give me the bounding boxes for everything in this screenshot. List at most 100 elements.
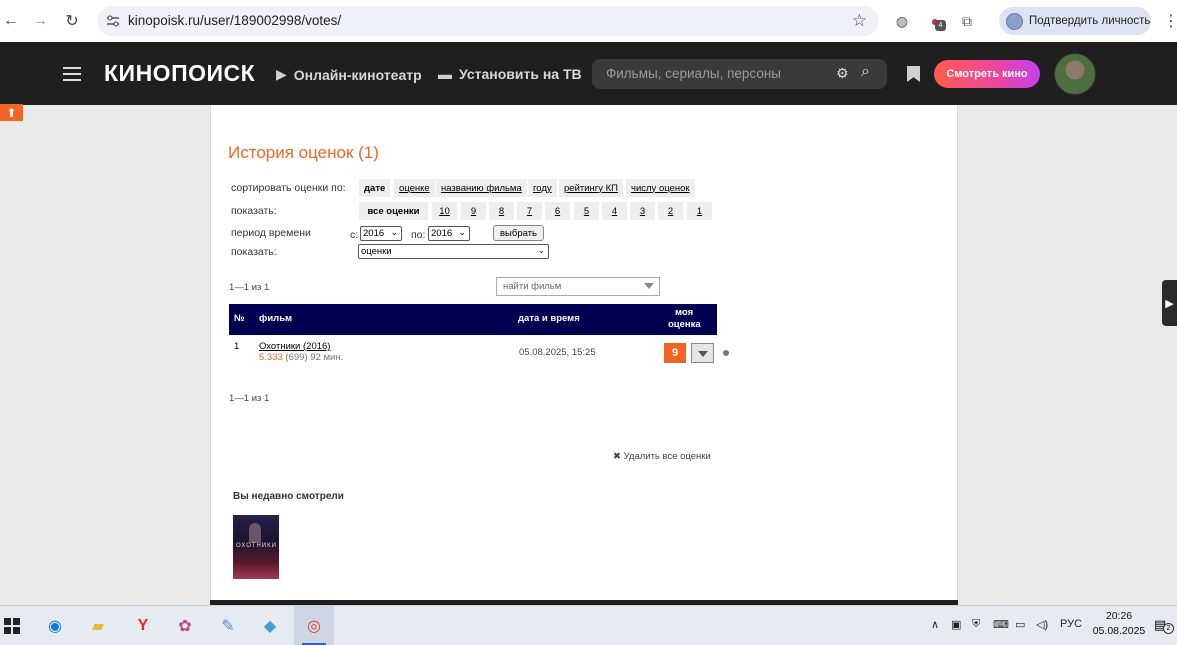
poster-figure xyxy=(249,523,261,543)
sort-by-date[interactable]: дате xyxy=(359,179,391,197)
to-label: по: xyxy=(411,229,426,241)
show-vote-6[interactable]: 6 xyxy=(545,202,570,220)
chevron-down-icon: ⌄ xyxy=(537,245,545,255)
apply-period-button[interactable]: выбрать xyxy=(493,225,544,241)
vote-8-link[interactable]: 8 xyxy=(499,206,504,217)
scroll-up-icon[interactable]: ⬆ xyxy=(0,104,23,121)
show-vote-3[interactable]: 3 xyxy=(630,202,655,220)
bookmark-icon[interactable] xyxy=(907,66,920,82)
show-vote-9[interactable]: 9 xyxy=(461,202,486,220)
site-search-input[interactable]: Фильмы, сериалы, персоны ⚙ ⌕ xyxy=(592,59,887,89)
vote-5-link[interactable]: 5 xyxy=(584,206,589,217)
windows-start-icon[interactable] xyxy=(4,618,20,634)
notifications-icon[interactable]: ▤ 2 xyxy=(1154,617,1174,634)
vote-4-link[interactable]: 4 xyxy=(612,206,617,217)
tray-language[interactable]: РУС xyxy=(1060,618,1082,630)
show-vote-5[interactable]: 5 xyxy=(574,202,599,220)
vote-9-link[interactable]: 9 xyxy=(471,206,476,217)
film-link[interactable]: Охотники (2016) xyxy=(259,341,330,352)
vote-3-link[interactable]: 3 xyxy=(640,206,645,217)
yandex-browser-icon[interactable]: Y xyxy=(131,614,155,638)
site-settings-icon[interactable] xyxy=(106,14,120,28)
sort-vote-link[interactable]: оценке xyxy=(399,183,430,194)
to-year-select[interactable]: 2016 ⌄ xyxy=(428,226,470,241)
taskbar-clock[interactable]: 20:26 05.08.2025 xyxy=(1087,609,1151,639)
file-explorer-icon[interactable]: ▰ xyxy=(86,614,110,638)
extension-badge: 4 xyxy=(935,20,946,31)
sort-by-vote[interactable]: оценке xyxy=(394,179,435,197)
page-title: История оценок (1) xyxy=(228,143,379,162)
col-film: фильм xyxy=(259,313,293,324)
show-vote-4[interactable]: 4 xyxy=(602,202,627,220)
vote-6-link[interactable]: 6 xyxy=(555,206,560,217)
hamburger-menu-icon[interactable] xyxy=(63,67,81,81)
address-bar[interactable]: kinopoisk.ru/user/189002998/votes/ ☆ xyxy=(97,6,879,36)
recent-film-poster[interactable]: ОХОТНИКИ xyxy=(233,515,279,579)
browser-menu-icon[interactable]: ⋮ xyxy=(1163,11,1177,31)
tray-chevron-up-icon[interactable]: ∧ xyxy=(931,618,939,631)
reload-icon[interactable]: ↻ xyxy=(61,10,83,32)
play-icon: ▶ xyxy=(276,66,287,82)
user-avatar[interactable] xyxy=(1054,53,1096,95)
show-vote-1[interactable]: 1 xyxy=(687,202,712,220)
app-icon-6[interactable]: ◆ xyxy=(258,614,282,638)
to-year-value: 2016 xyxy=(431,228,453,239)
tray-shield-icon[interactable]: ⛨ xyxy=(972,618,980,631)
bookmark-star-icon[interactable]: ☆ xyxy=(852,11,867,31)
from-year-select[interactable]: 2016 ⌄ xyxy=(360,226,402,241)
extensions-puzzle-icon[interactable]: ⧉ xyxy=(957,11,977,31)
filter-icon[interactable]: ⚙ xyxy=(836,65,849,82)
sort-by-title[interactable]: названию фильма xyxy=(436,179,527,197)
film-rating: 5.333 xyxy=(259,352,283,363)
sort-kp-link[interactable]: рейтингу КП xyxy=(564,183,618,194)
show-type-select[interactable]: оценки ⌄ xyxy=(358,244,549,259)
sort-title-link[interactable]: названию фильма xyxy=(441,183,522,194)
url-text[interactable]: kinopoisk.ru/user/189002998/votes/ xyxy=(128,13,341,28)
votes-panel: История оценок (1) сортировать оценки по… xyxy=(210,105,958,603)
vote-7-link[interactable]: 7 xyxy=(527,206,532,217)
delete-all-votes-link[interactable]: ✖ Удалить все оценки xyxy=(613,451,711,462)
vote-2-link[interactable]: 2 xyxy=(668,206,673,217)
verify-identity-button[interactable]: Подтвердить личность xyxy=(999,7,1151,35)
show-vote-8[interactable]: 8 xyxy=(489,202,514,220)
app-icon-5[interactable]: ✎ xyxy=(216,614,240,638)
from-label: с: xyxy=(350,229,359,241)
tray-app-icon[interactable]: ▣ xyxy=(951,618,961,631)
show-vote-2[interactable]: 2 xyxy=(658,202,683,220)
search-icon[interactable]: ⌕ xyxy=(861,63,870,81)
show-all-label: все оценки xyxy=(367,205,420,217)
chrome-icon[interactable]: ◎ xyxy=(302,614,326,638)
vote-1-link[interactable]: 1 xyxy=(697,206,702,217)
nav-online-cinema[interactable]: ▶ Онлайн-кинотеатр xyxy=(276,66,422,83)
sort-count-link[interactable]: числу оценок xyxy=(631,183,690,194)
tray-network-icon[interactable]: ▭ xyxy=(1015,618,1025,631)
watch-movies-button[interactable]: Смотреть кино xyxy=(934,60,1040,88)
find-film-input[interactable]: найти фильм xyxy=(496,277,660,296)
show-all-votes[interactable]: все оценки xyxy=(359,202,428,220)
side-panel-toggle[interactable]: ▶ xyxy=(1162,280,1177,326)
sort-by-year[interactable]: году xyxy=(528,179,557,197)
sort-year-link[interactable]: году xyxy=(533,183,552,194)
clock-date: 05.08.2025 xyxy=(1092,625,1146,637)
chevron-down-icon: ⌄ xyxy=(458,227,466,237)
change-vote-dropdown[interactable] xyxy=(691,343,714,363)
status-dot-icon[interactable] xyxy=(723,350,729,356)
extension-icon[interactable]: ●4 xyxy=(925,11,946,31)
translate-icon[interactable]: ◍ xyxy=(892,11,912,31)
show-vote-7[interactable]: 7 xyxy=(517,202,542,220)
app-icon-4[interactable]: ✿ xyxy=(173,614,197,638)
forward-icon[interactable]: → xyxy=(29,10,51,32)
site-logo[interactable]: КИНОПОИСК xyxy=(104,60,255,87)
nav-install-tv[interactable]: ▬ Установить на ТВ xyxy=(438,66,582,82)
vote-10-link[interactable]: 10 xyxy=(439,206,450,217)
sort-by-vote-count[interactable]: числу оценок xyxy=(626,179,695,197)
show-vote-10[interactable]: 10 xyxy=(432,202,457,220)
pager-bottom: 1—1 из 1 xyxy=(229,393,270,404)
tray-keyboard-icon[interactable]: ⌨ xyxy=(993,618,1009,631)
tv-icon: ▬ xyxy=(438,66,452,82)
tray-volume-icon[interactable]: ◁) xyxy=(1036,618,1048,631)
show-type-label: показать: xyxy=(231,246,277,258)
back-icon[interactable]: ← xyxy=(0,10,22,32)
edge-browser-icon[interactable]: ◉ xyxy=(43,614,67,638)
sort-by-kp-rating[interactable]: рейтингу КП xyxy=(559,179,623,197)
